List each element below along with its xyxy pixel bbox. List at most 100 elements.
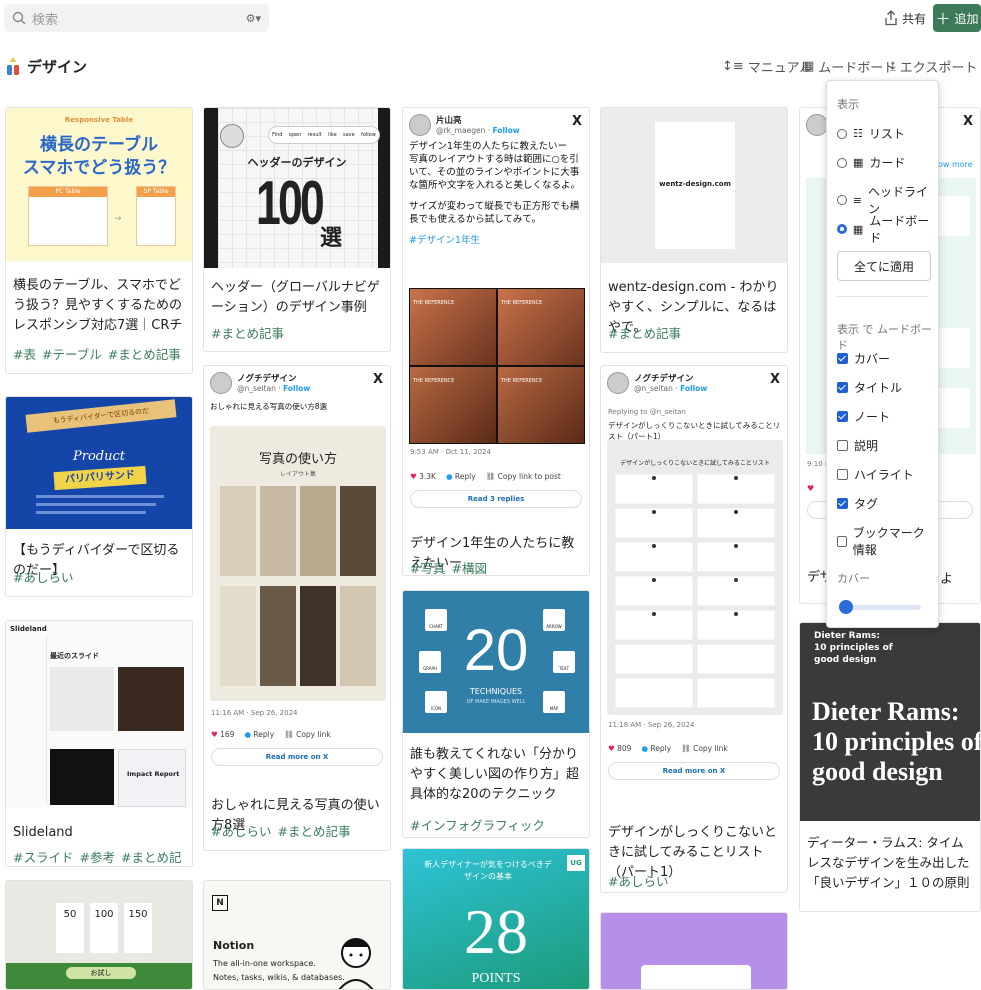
tweet-text: デザインがしっくりこないときに試してみることリスト（パート1） [608,421,781,441]
checkbox[interactable] [837,353,848,364]
reply-button[interactable]: ● Reply [446,472,476,481]
cover-text: UG [567,855,585,871]
bookmark-card-dieter-rams[interactable]: Dieter Rams: 10 principles of good desig… [799,622,981,912]
field-bookmark-info[interactable]: ブックマーク 情報 [837,524,938,558]
checkbox[interactable] [837,382,848,393]
cover-text: 100 [256,169,325,238]
cover-text: The all-in-one workspace. [213,959,316,968]
field-cover[interactable]: カバー [837,350,890,367]
share-button[interactable]: 共有 [884,8,926,28]
cover-text: good design [814,655,877,665]
field-note[interactable]: ノート [837,408,890,425]
avatar [607,372,629,394]
checkbox[interactable] [837,469,848,480]
field-highlight[interactable]: ハイライト [837,466,914,483]
read-replies-button[interactable]: Read 3 replies [410,490,582,508]
reply-button[interactable]: ● Reply [641,744,671,753]
read-more-button[interactable]: Read more on X [211,748,383,766]
sort-button[interactable]: ↕≡ マニュアル [722,57,812,76]
cover-text: Responsive Table [64,116,134,124]
tweet-header: ノグチデザイン @n_seitan · Follow [204,366,390,394]
layout-option-list[interactable]: ☷ リスト [837,125,905,142]
radio-selected[interactable] [837,224,847,234]
search-input[interactable]: 検索 [32,9,246,28]
tweet-handle: @rk_maegen [436,126,486,135]
bookmark-card-photo-usage[interactable]: ノグチデザイン @n_seitan · Follow X おしゃれに見える写真の… [203,365,391,851]
checkbox[interactable] [837,440,848,451]
copy-link-button[interactable]: ⛓ Copy link to post [486,472,561,481]
tag[interactable]: #まとめ記事 [211,326,284,341]
radio[interactable] [837,128,847,139]
bookmark-card-header-design[interactable]: Find open result like save follow ヘッダーのデザイン 1… [203,107,391,352]
field-description[interactable]: 説明 [837,437,878,454]
field-tags[interactable]: タグ [837,495,878,512]
bookmark-card-wentz-design[interactable]: wentz-design.com wentz-design.com - わかりや… [600,107,788,353]
copy-link-button[interactable]: ⛓ Copy link [284,730,331,739]
bookmark-card-slideland[interactable]: Slideland 最近のスライド Impact Report Slidelan… [5,620,193,867]
tag[interactable]: #まとめ記事 [608,326,681,341]
cover-text: good design [812,757,943,786]
export-button[interactable]: ⤓ エクスポート [890,57,977,76]
tag[interactable]: #テーブル [42,347,102,362]
apply-all-button[interactable]: 全てに適用 [837,251,931,281]
layout-option-moodboard[interactable]: ▦ ムードボード [837,212,938,246]
photo-thumb: THE REFERENCE [410,289,496,365]
collection-logo-icon [7,57,19,75]
tweet-image: デザインがしっくりこないときに試してみることリスト [607,440,783,715]
filter-icon[interactable]: ⚙▾ [246,12,261,25]
field-title[interactable]: タイトル [837,379,902,396]
tag[interactable]: #構図 [451,561,486,575]
bookmark-card-diagram-techniques[interactable]: 20 TECHNIQUES OF MAKE IMAGES WELL CHART … [402,590,590,838]
photo-thumb [300,486,336,576]
tweet-header: ノグチデザイン @n_seitan · Follow [601,366,787,394]
view-button[interactable]: ▦ ムードボード [802,57,896,76]
tag[interactable]: #まとめ記事 [108,347,181,362]
copy-link-button[interactable]: ⛓ Copy link [681,744,728,753]
radio[interactable] [837,157,847,168]
like-button[interactable]: ♥ 3.3K [410,472,436,481]
checkbox[interactable] [837,411,848,422]
tweet-line: デザイン1年生の人たちに教えたいー [409,141,568,152]
like-button[interactable]: ♥ 809 [608,744,631,753]
cover-text: THE REFERENCE [501,378,543,384]
tag[interactable]: #表 [13,347,36,362]
tag[interactable]: #あしらい [211,824,271,839]
search-bar[interactable]: 検索 ⚙▾ [4,4,269,32]
like-button[interactable]: ♥ 169 [211,730,234,739]
checkbox[interactable] [837,498,848,509]
bookmark-card-divider[interactable]: もうディバイダーで区切るのだ Product パリパリサンド 【もうディバイダー… [5,396,193,597]
tag[interactable]: #参考 [79,850,114,865]
layout-label: ムードボード [869,214,930,245]
reply-button[interactable]: ● Reply [244,730,274,739]
cover-size-slider-handle[interactable] [839,600,853,614]
bookmark-card-notion[interactable]: N Notion The all-in-one workspace. Notes… [203,880,391,990]
follow-link[interactable]: Follow [283,384,310,393]
card-title: Slideland [13,825,73,840]
tag[interactable]: #あしらい [608,874,668,889]
bookmark-card-purple[interactable] [600,912,788,990]
tag[interactable]: #写真 [410,561,445,575]
follow-link[interactable]: Follow [680,384,707,393]
follow-link[interactable]: Follow [492,126,519,135]
bookmark-card-28-points[interactable]: 新人デザイナーが気をつけるべきデザインの基本 UG 28 POINTS [402,848,590,990]
heart-icon[interactable]: ♥ [807,484,814,493]
cover-line [36,511,146,514]
bookmark-card-responsive-table[interactable]: Responsive Table 横長のテーブル スマホでどう扱う？ PC Ta… [5,107,193,374]
tag[interactable]: #まとめ記事 [277,824,350,839]
tweet-hashtag[interactable]: #デザイン1年生 [409,234,583,247]
tag[interactable]: #スライド [13,850,73,865]
tag[interactable]: #インフォグラフィック [410,818,545,833]
cover-text: Impact Report [127,770,180,778]
x-logo-icon: X [372,372,383,387]
tag[interactable]: #あしらい [13,570,73,585]
bookmark-card-design-checklist[interactable]: ノグチデザイン @n_seitan · Follow X Replying to… [600,365,788,893]
add-button[interactable]: ＋ 追加 [933,4,981,32]
show-more-link[interactable]: ow more [938,160,973,169]
checkbox[interactable] [837,535,847,547]
show-heading-text: 表示 で [837,323,874,336]
read-more-button[interactable]: Read more on X [608,762,780,780]
bookmark-card-design-beginner[interactable]: 片山亮 @rk_maegen · Follow X デザイン1年生の人たちに教え… [402,107,590,576]
radio[interactable] [837,195,847,205]
bookmark-card-pricing[interactable]: 50 100 150 お試し [5,880,193,990]
layout-option-card[interactable]: ▦ カード [837,154,905,171]
